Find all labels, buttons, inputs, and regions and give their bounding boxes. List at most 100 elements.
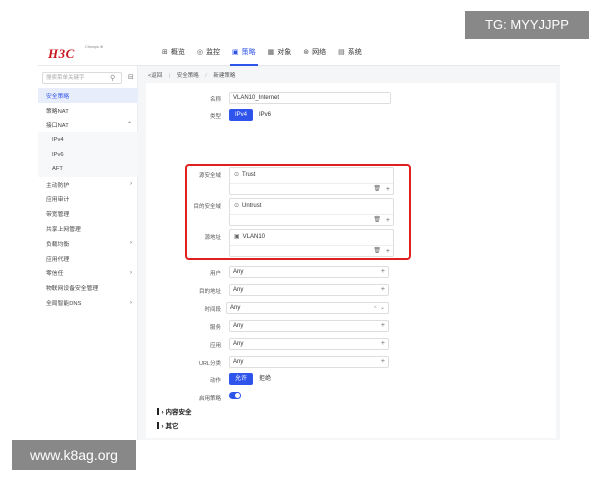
network-icon: ⊛ <box>303 49 310 56</box>
sidebar-item-label: 安全策略 <box>46 93 70 100</box>
top-bar: H3C Cheaps ⊕ ⊞ 概览 ◎ 监控 ▣ 策略 ▦ 对象 ⊛ 网络 ▤ 系统 <box>38 38 560 66</box>
sidebar-item-aft[interactable]: AFT <box>38 161 138 177</box>
sidebar-item-load-balance[interactable]: 负载均衡 › <box>38 236 138 251</box>
chevron-right-icon: › <box>130 240 132 247</box>
plus-icon[interactable]: + <box>381 321 385 331</box>
chevron-down-icon[interactable]: ⌄ <box>380 303 385 313</box>
highlight-box <box>185 164 411 260</box>
enable-toggle[interactable] <box>229 392 241 399</box>
plus-icon[interactable]: + <box>381 357 385 367</box>
nav-overview[interactable]: ⊞ 概览 <box>156 38 191 66</box>
action-label: 动作 <box>209 378 221 384</box>
sidebar-item-label: 应用代理 <box>46 256 70 263</box>
application-row: 应用 Any + <box>146 338 556 352</box>
action-deny-button[interactable]: 拒绝 <box>253 373 277 385</box>
search-icon[interactable]: ⚲ <box>110 74 115 82</box>
sidebar-item-policy-nat[interactable]: 策略NAT <box>38 103 138 118</box>
sidebar-item-active-defense[interactable]: 主动防护 › <box>38 177 138 192</box>
url-category-field[interactable]: Any + <box>229 356 389 368</box>
url-category-label: URL分类 <box>198 361 221 367</box>
content-security-section[interactable]: › 内容安全 <box>157 406 191 416</box>
nav-system[interactable]: ▤ 系统 <box>332 38 368 66</box>
sidebar-item-label: IPv6 <box>52 151 64 158</box>
enable-row: 启用策略 <box>146 391 556 405</box>
policy-form: 名称 VLAN10_Internet 类型 IPv4 IPv6 源安全域 ⊙ Tr… <box>146 83 556 438</box>
sidebar-item-shared-internet[interactable]: 共享上网管理 <box>38 221 138 236</box>
dst-addr-value: Any <box>233 287 244 293</box>
back-link[interactable]: <返回 <box>148 73 162 79</box>
nav-overview-label: 概览 <box>170 49 185 56</box>
service-field[interactable]: Any + <box>229 320 389 332</box>
sidebar-item-label: 带宽管理 <box>46 212 70 219</box>
breadcrumb-current: 新建策略 <box>213 73 236 79</box>
action-allow-button[interactable]: 允许 <box>229 373 254 385</box>
breadcrumb-separator: / <box>205 73 207 79</box>
nav-policy[interactable]: ▣ 策略 <box>226 38 262 66</box>
plus-icon[interactable]: + <box>381 285 385 295</box>
type-ipv6-button[interactable]: IPv6 <box>253 109 277 121</box>
time-range-row: 时间段 Any × ⌄ <box>146 302 556 316</box>
plus-icon[interactable]: + <box>381 339 385 349</box>
h3c-logo: H3C <box>48 46 75 61</box>
sidebar-item-global-dns[interactable]: 全局智能DNS › <box>38 295 138 310</box>
name-input[interactable]: VLAN10_Internet <box>229 92 391 104</box>
other-section[interactable]: › 其它 <box>157 420 178 430</box>
main-nav: ⊞ 概览 ◎ 监控 ▣ 策略 ▦ 对象 ⊛ 网络 ▤ 系统 <box>156 38 368 66</box>
sidebar-item-app-proxy[interactable]: 应用代理 <box>38 251 138 266</box>
sidebar-item-label: IPv4 <box>52 136 64 143</box>
sidebar-item-zero-trust[interactable]: 零信任 › <box>38 266 138 281</box>
user-value: Any <box>233 269 244 275</box>
name-row: 名称 VLAN10_Internet <box>146 92 556 106</box>
nav-system-label: 系统 <box>347 49 362 56</box>
nav-object[interactable]: ▦ 对象 <box>262 38 298 66</box>
section-bar <box>157 422 159 429</box>
sidebar-item-label: 物联网设备安全管理 <box>46 286 99 293</box>
sidebar-item-label: AFT <box>52 166 63 173</box>
user-row: 用户 Any + <box>146 266 556 280</box>
action-selector: 允许 拒绝 <box>229 373 277 385</box>
monitor-icon: ◎ <box>196 49 203 56</box>
nav-network[interactable]: ⊛ 网络 <box>297 38 332 66</box>
sidebar-item-app-audit[interactable]: 应用审计 <box>38 192 138 207</box>
chevron-right-icon: › <box>130 269 132 276</box>
content-security-label: › 内容安全 <box>161 409 192 416</box>
plus-icon[interactable]: + <box>381 267 385 277</box>
other-label: › 其它 <box>161 423 179 430</box>
sidebar-item-iot-security[interactable]: 物联网设备安全管理 <box>38 280 138 295</box>
sidebar: 搜索菜单关键字 ⚲ ⊟ 安全策略 策略NAT 接口NAT ⌃ IPv4 IPv6 … <box>38 66 138 440</box>
type-row: 类型 IPv4 IPv6 <box>146 109 556 123</box>
watermark-top: TG: MYYJJPP <box>465 11 589 39</box>
dst-addr-field[interactable]: Any + <box>229 284 389 296</box>
breadcrumb-separator: | <box>168 73 171 79</box>
service-row: 服务 Any + <box>146 320 556 334</box>
nav-monitor-label: 监控 <box>205 49 220 56</box>
breadcrumb-section[interactable]: 安全策略 <box>177 73 199 79</box>
type-selector: IPv4 IPv6 <box>229 109 277 121</box>
sidebar-item-label: 共享上网管理 <box>46 227 81 234</box>
sidebar-item-label: 应用审计 <box>46 197 70 204</box>
url-category-value: Any <box>233 359 244 365</box>
time-range-select[interactable]: Any × ⌄ <box>226 302 389 314</box>
sidebar-item-ipv4[interactable]: IPv4 <box>38 132 138 148</box>
clear-icon[interactable]: × <box>373 303 377 313</box>
nav-monitor[interactable]: ◎ 监控 <box>191 38 226 66</box>
dst-addr-label: 目的地址 <box>198 289 221 295</box>
sidebar-item-bandwidth[interactable]: 带宽管理 <box>38 206 138 221</box>
sidebar-item-label: 策略NAT <box>46 108 69 115</box>
sidebar-item-interface-nat[interactable]: 接口NAT ⌃ <box>38 118 138 133</box>
sidebar-item-label: 主动防护 <box>46 182 70 189</box>
time-range-value: Any <box>230 305 241 311</box>
name-label: 名称 <box>209 97 221 103</box>
application-field[interactable]: Any + <box>229 338 389 350</box>
object-icon: ▦ <box>267 49 275 56</box>
sidebar-item-label: 负载均衡 <box>46 241 70 248</box>
user-field[interactable]: Any + <box>229 266 389 278</box>
application-value: Any <box>233 341 244 347</box>
collapse-sidebar-icon[interactable]: ⊟ <box>128 73 134 81</box>
type-ipv4-button[interactable]: IPv4 <box>229 109 254 121</box>
sidebar-item-ipv6[interactable]: IPv6 <box>38 147 138 162</box>
sidebar-item-security-policy[interactable]: 安全策略 <box>38 88 138 103</box>
sidebar-item-label: 全局智能DNS <box>46 301 82 308</box>
type-label: 类型 <box>209 114 221 120</box>
watermark-bottom: www.k8ag.org <box>12 440 136 470</box>
